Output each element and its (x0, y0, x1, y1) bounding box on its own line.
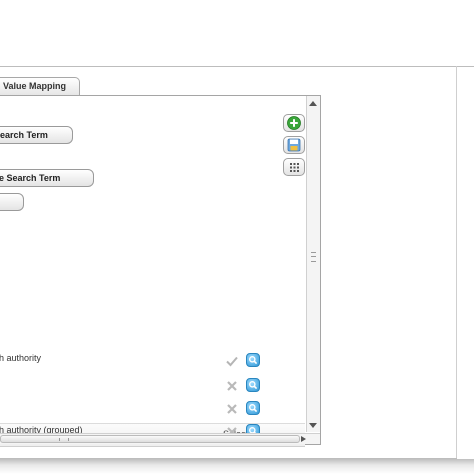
remove-search-term-button[interactable]: ve Search Term (0, 169, 94, 187)
lookup-button[interactable] (246, 378, 260, 392)
horizontal-scroll-thumb[interactable] (0, 435, 300, 443)
grid-dots-icon (290, 163, 299, 172)
search-term-label: Search Term (0, 130, 48, 140)
scroll-right-arrow-icon[interactable] (301, 436, 306, 442)
search-term-button[interactable]: Search Term (0, 126, 73, 144)
window-right-border (456, 66, 457, 458)
check-icon (226, 356, 238, 367)
plus-circle-icon (287, 116, 301, 130)
scroll-grip-icon (59, 438, 69, 441)
magnifier-icon (249, 356, 258, 365)
scroll-grip-icon[interactable] (311, 252, 316, 262)
tab-value-mapping[interactable]: Value Mapping (0, 77, 80, 95)
lookup-button[interactable] (246, 401, 260, 415)
vertical-scrollbar[interactable] (306, 96, 320, 432)
remove-search-term-label: ve Search Term (0, 173, 61, 183)
add-button[interactable] (283, 114, 305, 132)
magnifier-icon (249, 381, 258, 390)
magnifier-icon (249, 404, 258, 413)
scroll-down-arrow-icon[interactable] (309, 423, 317, 428)
window-shadow (0, 459, 474, 474)
horizontal-scrollbar[interactable] (0, 433, 320, 444)
save-button[interactable] (283, 136, 305, 154)
grid-options-button[interactable] (283, 158, 305, 176)
x-icon (227, 381, 237, 391)
search-button[interactable]: h (0, 193, 24, 211)
lookup-button[interactable] (246, 353, 260, 367)
tab-label: Value Mapping (3, 81, 67, 91)
scroll-up-arrow-icon[interactable] (309, 101, 317, 106)
window-top-border (0, 66, 474, 67)
value-mapping-panel: Search Term ve Search Term h (0, 95, 321, 447)
x-icon (227, 404, 237, 414)
grid-row-label: h authority (0, 353, 42, 363)
save-icon (287, 138, 301, 152)
